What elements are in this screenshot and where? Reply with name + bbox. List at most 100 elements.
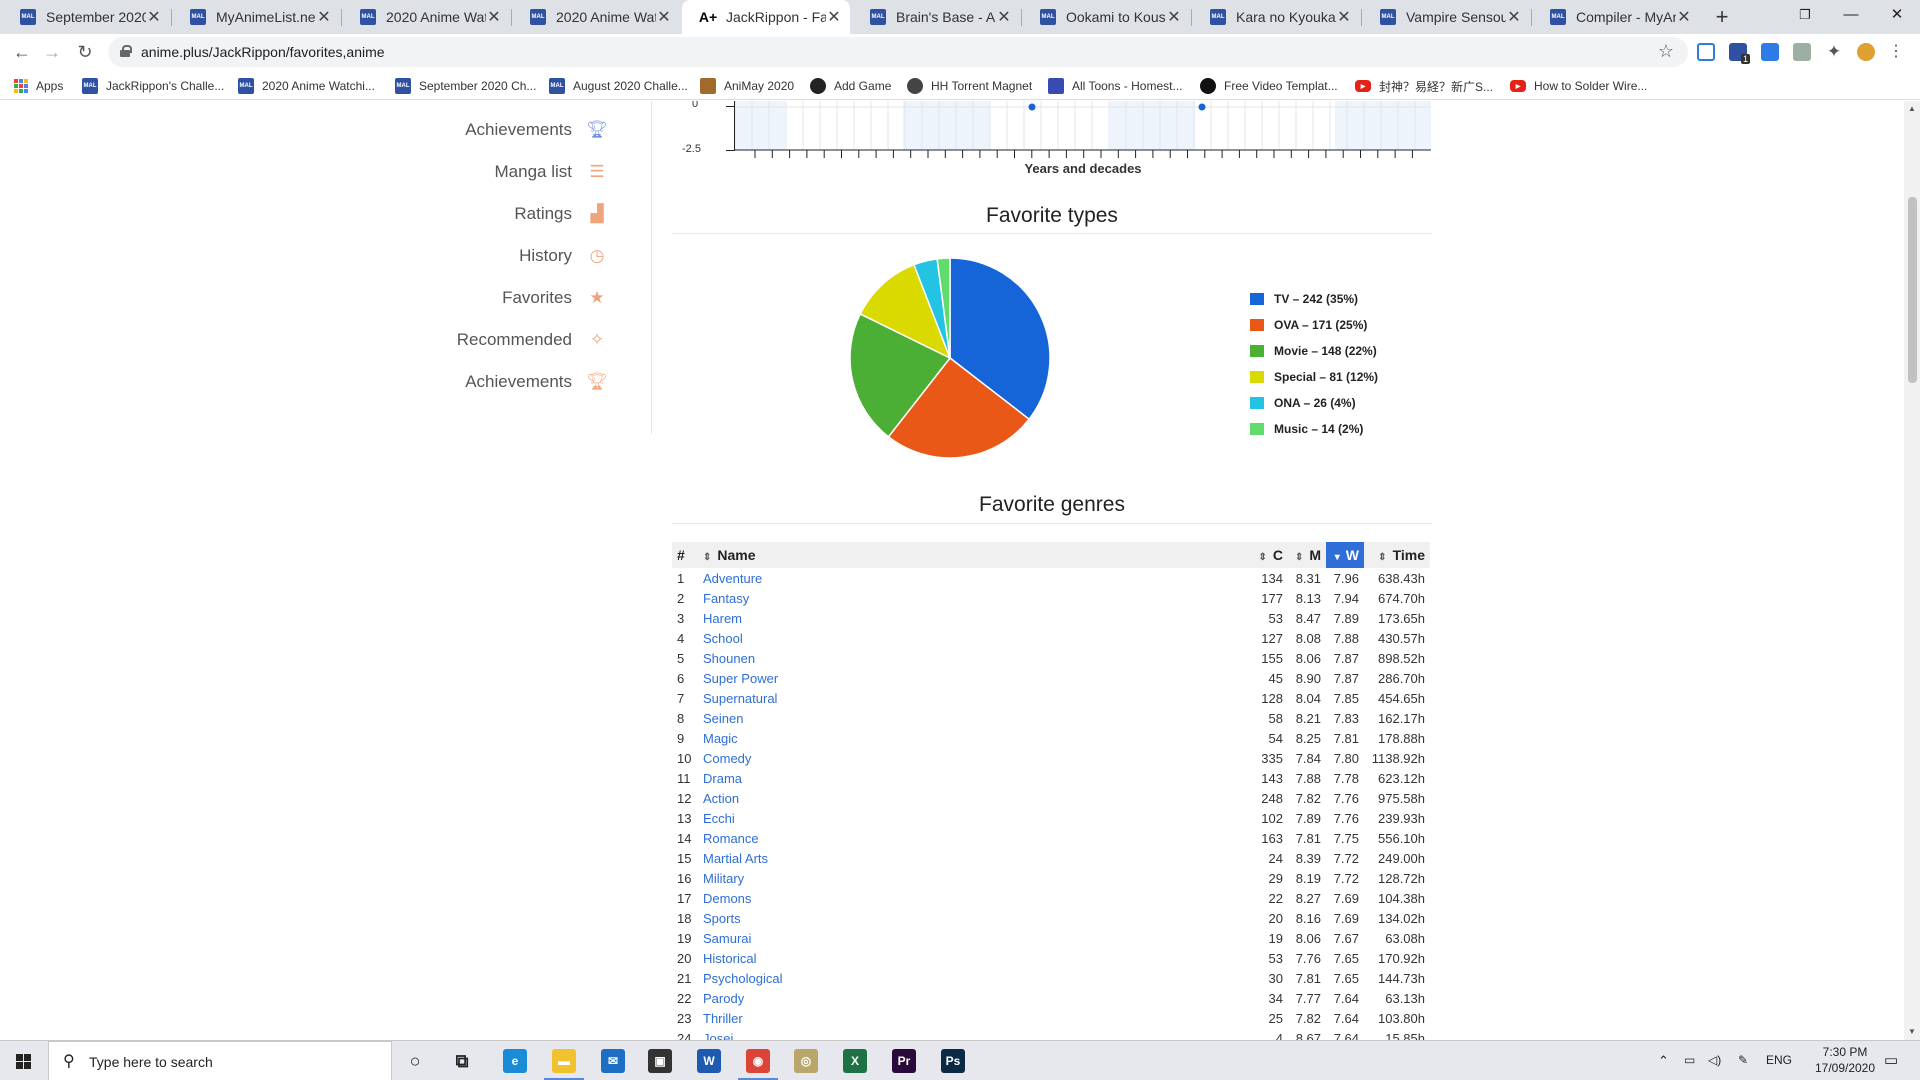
genre-link[interactable]: Harem [698,608,1253,628]
bookmark-item[interactable]: MAL 2020 Anime Watchi... [238,77,375,95]
close-tab-icon[interactable]: ✕ [316,7,332,27]
bookmark-item[interactable]: Apps [14,77,63,95]
column-header-m[interactable]: ⇕ M [1288,542,1326,568]
browser-tab[interactable]: MAL Vampire Sensou (Va✕ [1362,0,1530,34]
sidebar-item-favorites[interactable]: Favorites ★ [502,287,608,309]
taskbar-clock[interactable]: 7:30 PM 17/09/2020 [1805,1044,1885,1076]
file-explorer-icon[interactable]: ▬ [552,1049,576,1073]
close-tab-icon[interactable]: ✕ [1336,7,1352,27]
mail-icon[interactable]: ✉ [601,1049,625,1073]
premiere-icon[interactable]: Pr [892,1049,916,1073]
genre-link[interactable]: Shounen [698,648,1253,668]
bookmark-item[interactable]: All Toons - Homest... [1048,77,1182,95]
word-icon[interactable]: W [697,1049,721,1073]
browser-tab[interactable]: MAL MyAnimeList.net ✕ [172,0,340,34]
genre-link[interactable]: Romance [698,828,1253,848]
genre-link[interactable]: Supernatural [698,688,1253,708]
legend-item[interactable]: TV – 242 (35%) [1250,286,1378,312]
genre-link[interactable]: School [698,628,1253,648]
column-header-name[interactable]: ⇕ Name [698,542,1254,568]
genre-link[interactable]: Sports [698,908,1253,928]
close-tab-icon[interactable]: ✕ [826,7,842,27]
legend-item[interactable]: Music – 14 (2%) [1250,416,1378,442]
bookmark-item[interactable]: ▶ How to Solder Wire... [1510,77,1647,95]
network-icon[interactable]: ▭ [1684,1053,1695,1067]
dvd-icon[interactable]: ◎ [794,1049,818,1073]
browser-tab[interactable]: MAL 2020 Anime Watchi✕ [342,0,510,34]
browser-tab[interactable]: MAL Compiler - MyAnim✕ [1532,0,1700,34]
genre-link[interactable]: Drama [698,768,1253,788]
column-header-time[interactable]: ⇕ Time [1364,542,1430,568]
page-scrollbar[interactable]: ▲ ▼ [1904,101,1920,1040]
show-hidden-icons-chevron-icon[interactable]: ⌃ [1658,1053,1669,1069]
genre-link[interactable]: Seinen [698,708,1253,728]
bookmark-item[interactable]: HH Torrent Magnet [907,77,1032,95]
close-window-button[interactable]: ✕ [1874,0,1920,32]
genre-link[interactable]: Historical [698,948,1253,968]
close-tab-icon[interactable]: ✕ [996,7,1012,27]
column-header-c[interactable]: ⇕ C [1253,542,1288,568]
genre-link[interactable]: Magic [698,728,1253,748]
genre-link[interactable]: Josei [698,1028,1253,1041]
column-header-w[interactable]: ▾ W [1326,542,1364,568]
edge-icon[interactable]: e [503,1049,527,1073]
genre-link[interactable]: Psychological [698,968,1253,988]
cortana-icon[interactable]: ○ [403,1049,427,1073]
browser-tab[interactable]: A+ JackRippon - Favori✕ [682,0,850,34]
close-tab-icon[interactable]: ✕ [486,7,502,27]
scroll-down-arrow[interactable]: ▼ [1904,1024,1920,1040]
browser-tab[interactable]: MAL 2020 Anime Watchi✕ [512,0,680,34]
sidebar-item-recommended[interactable]: Recommended ✧ [457,329,608,351]
notifications-icon[interactable]: ▭ [1884,1051,1898,1069]
close-tab-icon[interactable]: ✕ [1506,7,1522,27]
close-tab-icon[interactable]: ✕ [656,7,672,27]
image-extension-icon[interactable] [1793,43,1811,61]
close-tab-icon[interactable]: ✕ [1676,7,1692,27]
legend-item[interactable]: ONA – 26 (4%) [1250,390,1378,416]
genre-link[interactable]: Military [698,868,1253,888]
sidebar-item-history[interactable]: History ◷ [519,245,608,267]
excel-icon[interactable]: X [843,1049,867,1073]
browser-tab[interactable]: MAL Brain's Base - Anim✕ [852,0,1020,34]
close-tab-icon[interactable]: ✕ [146,7,162,27]
genre-link[interactable]: Ecchi [698,808,1253,828]
restore-button[interactable]: ❐ [1782,0,1828,32]
back-button[interactable]: ← [10,40,34,64]
minimize-button[interactable]: — [1828,0,1874,32]
genre-link[interactable]: Action [698,788,1253,808]
address-bar[interactable]: anime.plus/JackRippon/favorites,anime ☆ [108,37,1688,67]
translate-extension-icon[interactable] [1697,43,1715,61]
scroll-up-arrow[interactable]: ▲ [1904,101,1920,117]
sidebar-item-achievements-top[interactable]: Achievements 🏆︎ [465,119,608,141]
bookmark-item[interactable]: MAL JackRippon's Challe... [82,77,224,95]
mal-extension-icon[interactable]: 1 [1729,43,1750,64]
legend-item[interactable]: OVA – 171 (25%) [1250,312,1378,338]
genre-link[interactable]: Samurai [698,928,1253,948]
bookmark-star-icon[interactable]: ☆ [1658,41,1674,62]
start-button[interactable] [0,1041,48,1080]
legend-item[interactable]: Movie – 148 (22%) [1250,338,1378,364]
bookmark-item[interactable]: Add Game [810,77,891,95]
menu-kebab-icon[interactable]: ⋮ [1884,40,1908,64]
browser-tab[interactable]: MAL Ookami to Koushin✕ [1022,0,1190,34]
extensions-puzzle-icon[interactable]: ✦ [1825,43,1843,61]
scroll-thumb[interactable] [1908,197,1917,383]
new-tab-button[interactable]: + [1708,3,1736,31]
genre-link[interactable]: Super Power [698,668,1253,688]
task-view-icon[interactable]: ⧉ [450,1049,474,1073]
bookmark-item[interactable]: MAL August 2020 Challe... [549,77,688,95]
browser-tab[interactable]: MAL Kara no Kyoukai 2: S✕ [1192,0,1360,34]
photoshop-icon[interactable]: Ps [941,1049,965,1073]
bookmark-item[interactable]: AniMay 2020 [700,77,794,95]
sidebar-item-manga-list[interactable]: Manga list ☰ [495,161,608,183]
browser-tab[interactable]: MAL September 2020 Ch✕ [2,0,170,34]
language-indicator[interactable]: ENG [1766,1053,1792,1067]
genre-link[interactable]: Adventure [698,568,1253,588]
genre-link[interactable]: Martial Arts [698,848,1253,868]
bookmark-item[interactable]: ▶ 封神？易経？新广S... [1355,77,1493,95]
reload-button[interactable]: ↻ [73,40,97,64]
genre-link[interactable]: Fantasy [698,588,1253,608]
volume-icon[interactable]: ◁) [1708,1053,1721,1067]
legend-item[interactable]: Special – 81 (12%) [1250,364,1378,390]
profile-avatar[interactable] [1857,43,1875,61]
